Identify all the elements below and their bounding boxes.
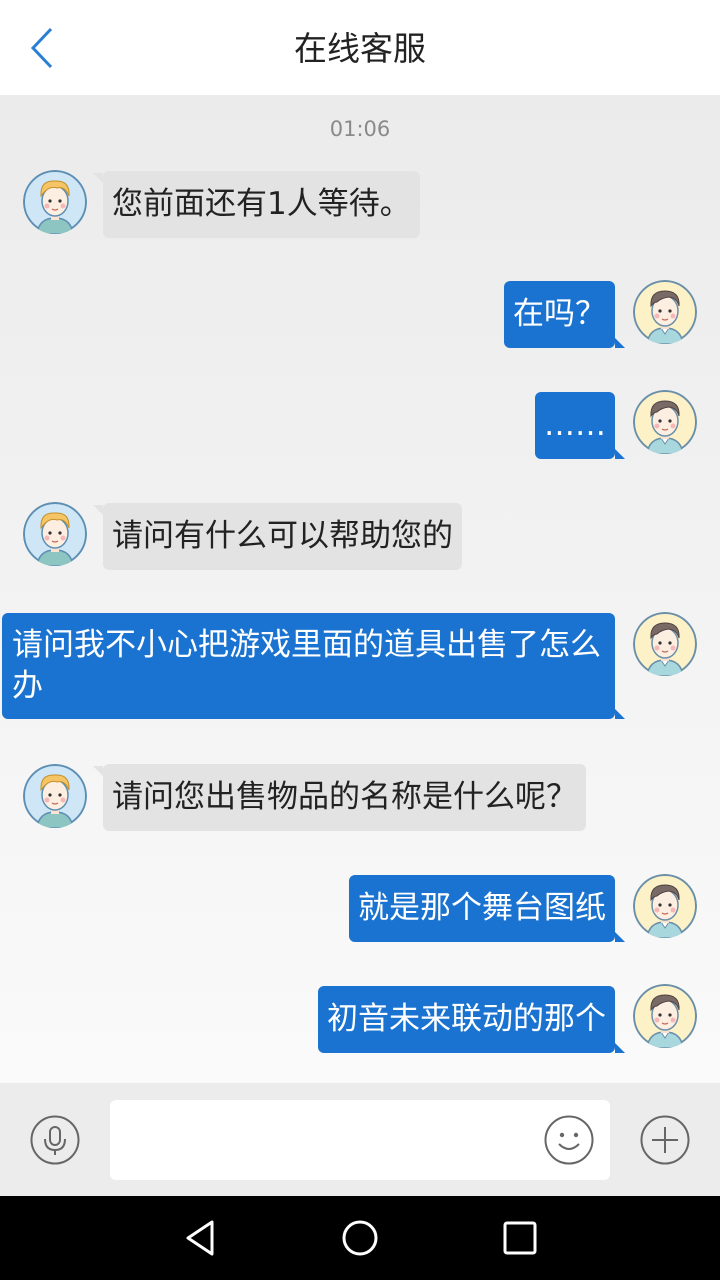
user-avatar[interactable] — [633, 280, 697, 344]
agent-avatar[interactable] — [23, 764, 87, 828]
emoji-button[interactable] — [543, 1114, 595, 1166]
triangle-back-icon — [186, 1220, 214, 1256]
header: 在线客服 — [0, 0, 720, 95]
system-back-button[interactable] — [176, 1214, 224, 1262]
system-home-button[interactable] — [336, 1214, 384, 1262]
user-message-bubble[interactable]: 初音未来联动的那个 — [318, 986, 625, 1053]
system-navigation-bar — [0, 1196, 720, 1280]
microphone-icon — [30, 1115, 80, 1165]
user-avatar[interactable] — [633, 984, 697, 1048]
user-message-bubble[interactable]: 在吗？ — [504, 281, 625, 348]
smiley-icon — [544, 1115, 594, 1165]
user-message-bubble[interactable]: …… — [535, 392, 625, 459]
chat-area[interactable]: 01:06 您前面还有1人等待。 在吗？ …… 请问有什么可以帮助您的 请问我不… — [0, 95, 720, 1083]
plus-icon — [640, 1115, 690, 1165]
voice-button[interactable] — [29, 1114, 81, 1166]
page-title: 在线客服 — [294, 29, 426, 68]
input-bar — [0, 1083, 720, 1196]
system-recents-button[interactable] — [496, 1214, 544, 1262]
agent-avatar[interactable] — [23, 502, 87, 566]
more-button[interactable] — [639, 1114, 691, 1166]
agent-message-bubble[interactable]: 请问您出售物品的名称是什么呢？ — [93, 764, 586, 831]
message-input[interactable] — [110, 1100, 610, 1180]
square-recents-icon — [503, 1221, 537, 1255]
agent-avatar[interactable] — [23, 170, 87, 234]
user-message-bubble[interactable]: 就是那个舞台图纸 — [349, 875, 625, 942]
user-message-bubble[interactable]: 请问我不小心把游戏里面的道具出售了怎么办 — [2, 613, 625, 719]
agent-message-bubble[interactable]: 请问有什么可以帮助您的 — [93, 503, 462, 570]
agent-message-bubble[interactable]: 您前面还有1人等待。 — [93, 171, 420, 238]
circle-home-icon — [342, 1220, 378, 1256]
user-avatar[interactable] — [633, 390, 697, 454]
message-timestamp: 01:06 — [329, 117, 391, 141]
user-avatar[interactable] — [633, 612, 697, 676]
user-avatar[interactable] — [633, 874, 697, 938]
